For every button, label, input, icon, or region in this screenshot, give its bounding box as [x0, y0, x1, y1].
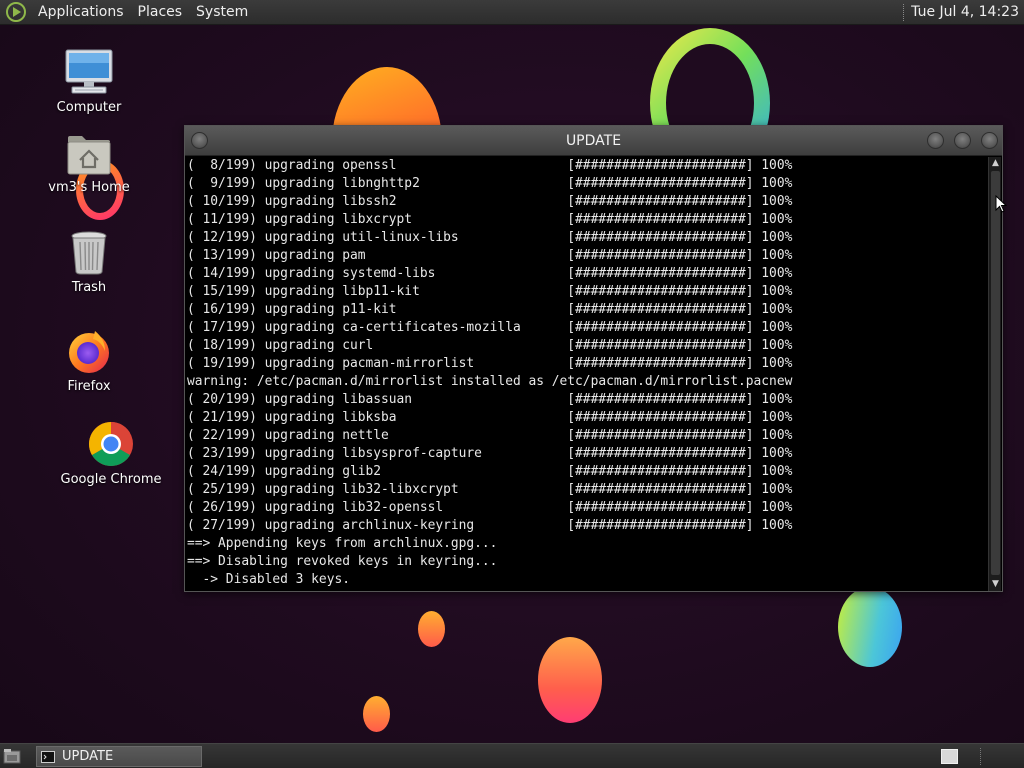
taskbar-button-label: UPDATE — [62, 749, 114, 764]
home-folder-icon — [67, 136, 111, 175]
terminal-line: ( 12/199) upgrading util-linux-libs [###… — [187, 230, 793, 245]
desktop-icon-computer[interactable]: Computer — [50, 46, 128, 115]
terminal-line: ( 15/199) upgrading libp11-kit [########… — [187, 284, 793, 299]
terminal-line: ( 10/199) upgrading libssh2 [###########… — [187, 194, 793, 209]
terminal-line: ( 19/199) upgrading pacman-mirrorlist [#… — [187, 356, 793, 371]
terminal-line: ( 11/199) upgrading libxcrypt [#########… — [187, 212, 793, 227]
terminal-line: ( 22/199) upgrading nettle [############… — [187, 428, 793, 443]
terminal-icon — [41, 750, 55, 763]
clock[interactable]: Tue Jul 4, 14:23 — [911, 4, 1024, 20]
show-desktop-icon[interactable] — [3, 748, 21, 765]
wallpaper-green-blob — [838, 587, 902, 667]
scroll-up-icon[interactable]: ▲ — [990, 158, 1001, 169]
desktop-icon-trash[interactable]: Trash — [50, 228, 128, 295]
desktop-icon-firefox[interactable]: Firefox — [50, 325, 128, 394]
terminal-line: ( 9/199) upgrading libnghttp2 [#########… — [187, 176, 793, 191]
wallpaper-orange-dot — [418, 611, 445, 647]
desktop-icon-label: vm3's Home — [48, 180, 130, 195]
firefox-icon — [69, 331, 109, 373]
bottom-panel: UPDATE — [0, 743, 1024, 768]
terminal-output[interactable]: ( 8/199) upgrading openssl [############… — [187, 157, 987, 590]
system-menu[interactable]: System — [189, 0, 255, 25]
top-panel: Applications Places System Tue Jul 4, 14… — [0, 0, 1024, 25]
terminal-line: ( 26/199) upgrading lib32-openssl [#####… — [187, 500, 793, 515]
places-menu[interactable]: Places — [131, 0, 190, 25]
terminal-line: ( 17/199) upgrading ca-certificates-mozi… — [187, 320, 793, 335]
minimize-button[interactable] — [927, 132, 944, 149]
wallpaper-orange-blob — [538, 637, 602, 723]
desktop-icon-home[interactable]: vm3's Home — [44, 128, 134, 195]
desktop-icon-chrome[interactable]: Google Chrome — [58, 418, 164, 487]
desktop-icon-label: Firefox — [67, 379, 111, 394]
mouse-pointer-icon — [995, 195, 1007, 213]
terminal-line: ( 21/199) upgrading libksba [###########… — [187, 410, 793, 425]
window-title: UPDATE — [565, 133, 622, 149]
close-button[interactable] — [981, 132, 998, 149]
terminal-line: ( 16/199) upgrading p11-kit [###########… — [187, 302, 793, 317]
terminal-scrollbar[interactable]: ▲ ▼ — [988, 157, 1001, 591]
window-titlebar[interactable]: UPDATE — [185, 126, 1002, 156]
panel-separator — [980, 748, 981, 765]
maximize-button[interactable] — [954, 132, 971, 149]
scroll-down-icon[interactable]: ▼ — [990, 579, 1001, 590]
terminal-line: ( 25/199) upgrading lib32-libxcrypt [###… — [187, 482, 793, 497]
chrome-icon — [89, 422, 133, 466]
terminal-line: ( 20/199) upgrading libassuan [#########… — [187, 392, 793, 407]
terminal-window[interactable]: UPDATE ( 8/199) upgrading openssl [#####… — [184, 125, 1003, 592]
terminal-line: ( 23/199) upgrading libsysprof-capture [… — [187, 446, 793, 461]
desktop-icon-label: Computer — [56, 100, 122, 115]
terminal-line: ==> Appending keys from archlinux.gpg... — [187, 536, 498, 551]
terminal-line: ( 18/199) upgrading curl [##############… — [187, 338, 793, 353]
terminal-line: ( 8/199) upgrading openssl [############… — [187, 158, 793, 173]
terminal-line: ( 24/199) upgrading glib2 [#############… — [187, 464, 793, 479]
desktop-icon-label: Trash — [71, 280, 107, 295]
panel-separator — [903, 3, 905, 21]
computer-icon — [65, 49, 113, 94]
terminal-line: ==> Disabling revoked keys in keyring... — [187, 554, 498, 569]
workspace-switcher[interactable] — [941, 749, 958, 764]
terminal-line: ( 14/199) upgrading systemd-libs [######… — [187, 266, 793, 281]
applications-menu[interactable]: Applications — [31, 0, 131, 25]
terminal-line: ( 27/199) upgrading archlinux-keyring [#… — [187, 518, 793, 533]
wallpaper-orange-dot — [363, 696, 390, 732]
taskbar-button-update[interactable]: UPDATE — [36, 746, 202, 767]
terminal-line: -> Disabled 3 keys. — [187, 572, 350, 587]
distro-logo-icon[interactable] — [5, 1, 27, 23]
terminal-line: ( 13/199) upgrading pam [###############… — [187, 248, 793, 263]
desktop-icon-label: Google Chrome — [60, 472, 162, 487]
terminal-line: warning: /etc/pacman.d/mirrorlist instal… — [187, 374, 793, 389]
trash-icon — [71, 231, 107, 275]
scrollbar-thumb[interactable] — [991, 171, 1000, 575]
